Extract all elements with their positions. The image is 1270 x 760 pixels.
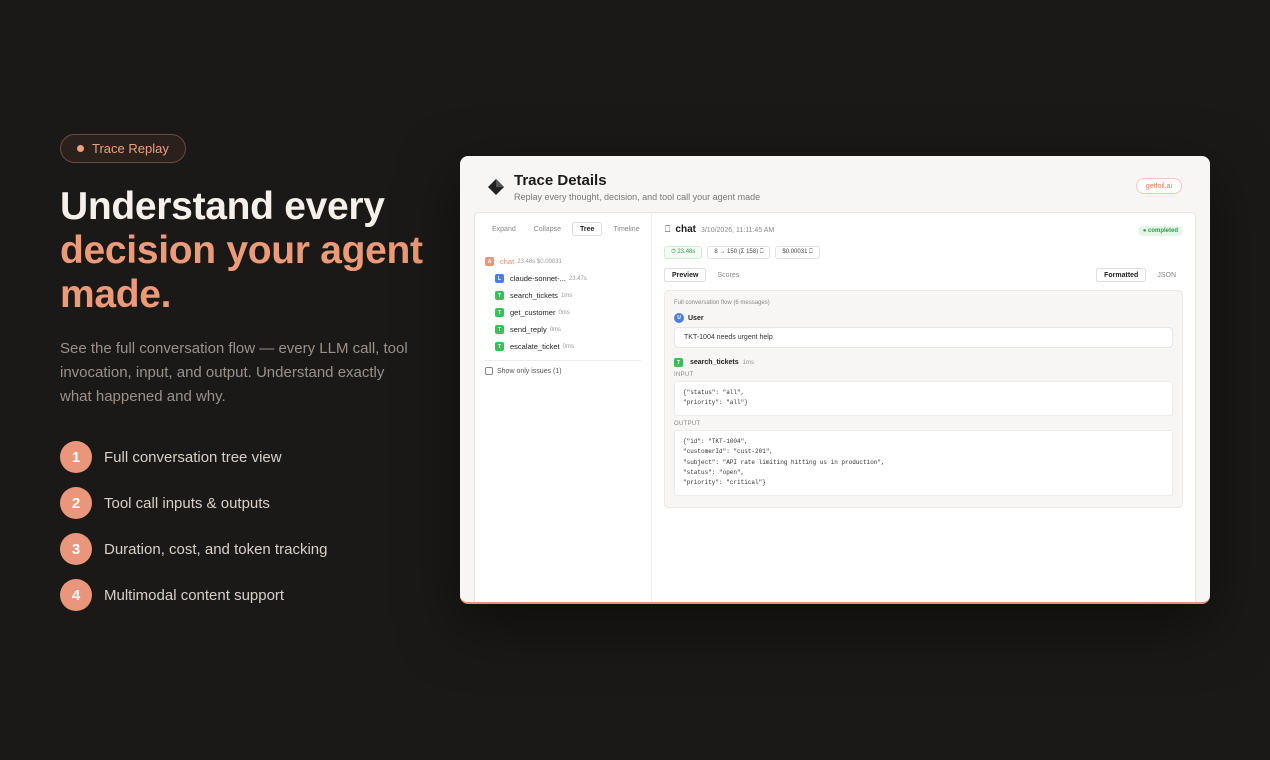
tab-tree[interactable]: Tree <box>572 222 603 236</box>
feature-text: Tool call inputs & outputs <box>104 494 270 512</box>
tree-node-tool[interactable]: T search_tickets 1ms <box>485 287 645 304</box>
feature-item: 2 Tool call inputs & outputs <box>60 487 440 519</box>
site-link[interactable]: getfoil.ai <box>1135 178 1182 194</box>
node-name: search_tickets <box>510 291 558 300</box>
node-name: send_reply <box>510 325 547 334</box>
badge-label: Trace Replay <box>92 141 169 156</box>
format-tabs: Formatted JSON <box>1096 268 1183 282</box>
tree-node-llm[interactable]: L claude-sonnet-... 23.47s <box>485 270 645 287</box>
detail-header: ⎕ chat 3/10/2026, 11:11:45 AM <box>665 224 774 235</box>
duration-metric: ⏱ 23.48s <box>664 246 703 259</box>
node-meta: 0ms <box>549 326 562 333</box>
hero-section: Trace Replay Understand every decision y… <box>60 134 440 625</box>
tab-collapse[interactable]: Collapse <box>527 222 568 236</box>
user-role: User <box>688 314 704 322</box>
node-meta: 0ms <box>562 343 574 350</box>
output-code: {"id": "TKT-1004", "customerId": "cust-2… <box>674 429 1173 496</box>
tool-icon: T <box>495 291 504 300</box>
llm-icon: L <box>495 274 504 283</box>
tool-icon: T <box>495 308 504 317</box>
trace-details-card: Trace Details Replay every thought, deci… <box>460 156 1210 604</box>
feature-number: 3 <box>60 533 92 565</box>
tree-node-chat[interactable]: A chat 23.48s $0.00031 <box>485 253 645 270</box>
card-title: Trace Details <box>514 172 607 189</box>
node-meta: 0ms <box>558 309 570 316</box>
node-meta: 23.47s <box>568 275 587 282</box>
tool-call-header: T search_tickets 1ms <box>674 358 1173 367</box>
headline-line-1: Understand every <box>60 185 385 228</box>
trace-replay-badge: Trace Replay <box>60 134 186 163</box>
dot-icon <box>77 145 84 152</box>
tool-icon: T <box>495 325 504 334</box>
user-message-header: U User <box>674 313 1173 323</box>
tab-formatted[interactable]: Formatted <box>1096 268 1147 282</box>
agent-icon: A <box>485 257 494 266</box>
cost-metric[interactable]: $0.00031 ⎕ <box>775 246 820 259</box>
detail-pane: ⎕ chat 3/10/2026, 11:11:45 AM ● complete… <box>652 213 1195 602</box>
tab-json[interactable]: JSON <box>1150 268 1183 282</box>
chat-icon: ⎕ <box>665 224 671 234</box>
feature-list: 1 Full conversation tree view 2 Tool cal… <box>60 441 440 611</box>
trace-app: Expand Collapse Tree Timeline A chat 23.… <box>474 212 1196 602</box>
tree-node-tool[interactable]: T send_reply 0ms <box>485 321 645 338</box>
node-meta: 23.48s $0.00031 <box>517 258 562 265</box>
feature-item: 1 Full conversation tree view <box>60 441 440 473</box>
hero-description: See the full conversation flow — every L… <box>60 340 408 405</box>
node-name: claude-sonnet-... <box>510 274 566 283</box>
tool-duration: 1ms <box>742 359 754 366</box>
feature-item: 4 Multimodal content support <box>60 579 440 611</box>
headline-line-2: decision your agent made. <box>60 229 423 316</box>
tokens-metric[interactable]: 8 → 150 (Σ 158) ⎕ <box>707 246 771 259</box>
status-badge: ● completed <box>1137 226 1183 236</box>
input-label: INPUT <box>674 372 694 378</box>
tree-nodes: A chat 23.48s $0.00031 L claude-sonnet-.… <box>485 253 645 355</box>
feature-number: 1 <box>60 441 92 473</box>
tree-pane: Expand Collapse Tree Timeline A chat 23.… <box>475 213 652 602</box>
divider <box>485 360 641 361</box>
metrics-row: ⏱ 23.48s 8 → 150 (Σ 158) ⎕ $0.00031 ⎕ <box>664 246 820 259</box>
issues-label: Show only issues (1) <box>497 367 562 375</box>
tab-expand[interactable]: Expand <box>485 222 523 236</box>
show-issues-checkbox[interactable]: Show only issues (1) <box>485 367 562 375</box>
tool-icon: T <box>495 342 504 351</box>
node-name: chat <box>500 257 515 266</box>
feature-item: 3 Duration, cost, and token tracking <box>60 533 440 565</box>
diamond-logo-icon <box>488 179 504 195</box>
flow-label: Full conversation flow (6 messages) <box>674 300 770 306</box>
output-label: OUTPUT <box>674 420 701 427</box>
tab-preview[interactable]: Preview <box>664 268 707 282</box>
tree-tabs: Expand Collapse Tree Timeline <box>485 222 647 236</box>
input-code: {"status": "all", "priority": "all"} <box>674 381 1173 416</box>
tree-node-tool[interactable]: T escalate_ticket 0ms <box>485 338 645 355</box>
checkbox-icon[interactable] <box>485 367 493 375</box>
user-message: TKT-1004 needs urgent help <box>674 327 1173 348</box>
conversation-panel: Full conversation flow (6 messages) U Us… <box>664 290 1183 508</box>
feature-number: 2 <box>60 487 92 519</box>
feature-text: Full conversation tree view <box>104 448 282 466</box>
span-name: chat <box>675 224 696 235</box>
tab-scores[interactable]: Scores <box>710 268 746 282</box>
view-tabs: Preview Scores <box>664 268 746 282</box>
feature-text: Multimodal content support <box>104 586 285 604</box>
user-avatar-icon: U <box>674 313 684 323</box>
node-meta: 1ms <box>560 292 573 299</box>
tool-icon: T <box>674 358 683 367</box>
feature-number: 4 <box>60 579 92 611</box>
tree-node-tool[interactable]: T get_customer 0ms <box>485 304 645 321</box>
headline: Understand every decision your agent mad… <box>60 185 440 317</box>
card-subtitle: Replay every thought, decision, and tool… <box>514 192 761 202</box>
node-name: escalate_ticket <box>510 342 560 351</box>
tab-timeline[interactable]: Timeline <box>606 222 646 236</box>
tool-name: search_tickets <box>690 359 739 366</box>
span-timestamp: 3/10/2026, 11:11:45 AM <box>700 227 775 234</box>
node-name: get_customer <box>510 308 556 317</box>
feature-text: Duration, cost, and token tracking <box>104 540 328 558</box>
card-header: Trace Details Replay every thought, deci… <box>488 172 1182 212</box>
